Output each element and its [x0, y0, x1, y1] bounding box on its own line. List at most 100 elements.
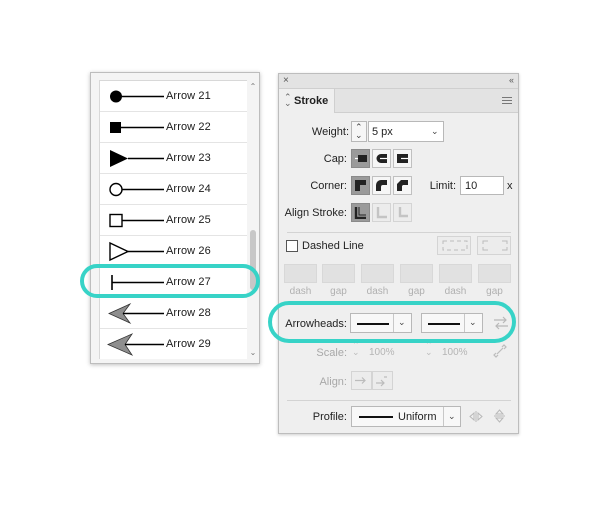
- chevron-down-icon[interactable]: ⌄: [398, 317, 406, 328]
- gap-field-3[interactable]: [478, 264, 511, 283]
- dashed-line-checkbox[interactable]: [286, 240, 298, 252]
- triangle-open-arrowhead-icon: [109, 241, 164, 262]
- weight-stepper[interactable]: ⌃ ⌄: [351, 121, 367, 142]
- barbed-arrowhead-icon: [108, 303, 164, 324]
- arrow-option-label: Arrow 28: [166, 307, 211, 319]
- divider: [287, 400, 511, 401]
- scale-start-stepper-icon[interactable]: ⌃ ⌄: [352, 341, 360, 357]
- align-dash-corners-button[interactable]: [477, 236, 511, 255]
- collapse-icon[interactable]: ‹‹: [509, 75, 514, 85]
- flip-vertical-icon[interactable]: [493, 409, 506, 423]
- chevron-down-icon[interactable]: ⌄: [431, 126, 439, 137]
- uniform-profile-line-icon: [359, 416, 393, 418]
- scrollbar[interactable]: ⌃ ⌄: [248, 80, 258, 359]
- place-arrow-tip-button[interactable]: [372, 371, 393, 390]
- scale-label: Scale:: [316, 347, 347, 359]
- arrow-option-27[interactable]: Arrow 27: [100, 267, 247, 298]
- decrement-icon[interactable]: ⌄: [355, 130, 363, 141]
- extend-arrow-tip-button[interactable]: [351, 371, 372, 390]
- square-filled-arrowhead-icon: [110, 122, 164, 133]
- arrow-option-21[interactable]: Arrow 21: [100, 81, 247, 112]
- projecting-cap-button[interactable]: [393, 149, 412, 168]
- scroll-thumb[interactable]: [250, 230, 256, 290]
- link-scale-icon[interactable]: [493, 344, 507, 358]
- panel-menu-icon[interactable]: [502, 97, 512, 106]
- expand-options-icon[interactable]: ⌃ ⌄: [284, 93, 292, 108]
- close-icon[interactable]: ×: [283, 75, 289, 86]
- bevel-join-button[interactable]: [393, 176, 412, 195]
- arrow-option-label: Arrow 25: [166, 214, 211, 226]
- arrow-option-label: Arrow 26: [166, 245, 211, 257]
- chevron-down-icon[interactable]: ⌄: [469, 317, 477, 328]
- limit-label: Limit:: [429, 180, 456, 192]
- weight-input[interactable]: 5 px ⌄: [368, 121, 444, 142]
- align-inside-button[interactable]: [372, 203, 391, 222]
- end-arrowhead-select[interactable]: ⌄: [421, 313, 483, 333]
- dash-label: dash: [366, 286, 389, 297]
- dash-label: dash: [444, 286, 467, 297]
- gap-label: gap: [330, 286, 347, 297]
- round-join-button[interactable]: [372, 176, 391, 195]
- profile-select[interactable]: Uniform ⌄: [351, 406, 461, 427]
- weight-value: 5 px: [372, 126, 393, 138]
- gap-field-1[interactable]: [322, 264, 355, 283]
- swap-arrowheads-icon[interactable]: [493, 316, 509, 330]
- butt-cap-icon: [355, 155, 367, 162]
- preserve-dash-icon: [442, 240, 468, 251]
- scale-start-value[interactable]: 100%: [369, 347, 395, 358]
- start-arrowhead-select[interactable]: ⌄: [350, 313, 412, 333]
- arrow-option-label: Arrow 24: [166, 183, 211, 195]
- dash-field-2[interactable]: [361, 264, 394, 283]
- arrow-option-label: Arrow 23: [166, 152, 211, 164]
- limit-input[interactable]: 10: [460, 176, 504, 195]
- miter-join-icon: [355, 180, 366, 191]
- arrow-option-25[interactable]: Arrow 25: [100, 205, 247, 236]
- dash-field-3[interactable]: [439, 264, 472, 283]
- scroll-up-icon[interactable]: ⌃: [248, 82, 258, 92]
- arrowheads-label: Arrowheads:: [285, 318, 347, 330]
- round-cap-icon: [376, 154, 387, 163]
- round-cap-button[interactable]: [372, 149, 391, 168]
- align-center-button[interactable]: [351, 203, 370, 222]
- arrow-option-22[interactable]: Arrow 22: [100, 112, 247, 143]
- gap-field-2[interactable]: [400, 264, 433, 283]
- arrow-option-28[interactable]: Arrow 28: [100, 298, 247, 329]
- preserve-dash-button[interactable]: [437, 236, 471, 255]
- align-arrows-label: Align:: [319, 376, 347, 388]
- profile-value: Uniform: [398, 411, 437, 423]
- arrowhead-dropdown-list[interactable]: Arrow 21 Arrow 22 Arrow 23 Arrow 24 Arro…: [90, 72, 260, 364]
- extend-arrow-tip-icon: [355, 377, 366, 384]
- scale-end-value[interactable]: 100%: [442, 347, 468, 358]
- panel-tabbar: ⌃ ⌄ Stroke: [279, 89, 518, 113]
- scroll-down-icon[interactable]: ⌄: [248, 348, 258, 358]
- butt-cap-button[interactable]: [351, 149, 370, 168]
- arrow-option-label: Arrow 22: [166, 121, 211, 133]
- circle-filled-arrowhead-icon: [110, 90, 164, 103]
- no-arrowhead-line-icon: [428, 323, 460, 325]
- dash-field-1[interactable]: [284, 264, 317, 283]
- align-outside-icon: [398, 207, 408, 218]
- flip-horizontal-icon[interactable]: [469, 410, 483, 423]
- arrow-option-24[interactable]: Arrow 24: [100, 174, 247, 205]
- dashed-line-label: Dashed Line: [302, 240, 364, 252]
- cap-label: Cap:: [323, 153, 347, 165]
- arrow-option-label: Arrow 29: [166, 338, 211, 350]
- arrow-option-label: Arrow 21: [166, 90, 211, 102]
- dash-label: dash: [289, 286, 312, 297]
- triangle-filled-arrowhead-icon: [110, 150, 164, 167]
- corner-label: Corner:: [310, 180, 347, 192]
- scale-end-stepper-icon[interactable]: ⌃ ⌄: [425, 341, 433, 357]
- arrow-option-23[interactable]: Arrow 23: [100, 143, 247, 174]
- miter-join-button[interactable]: [351, 176, 370, 195]
- profile-label: Profile:: [312, 411, 347, 423]
- divider: [287, 232, 511, 233]
- weight-label: Weight:: [311, 126, 349, 138]
- limit-suffix: x: [507, 180, 513, 192]
- arrow-option-26[interactable]: Arrow 26: [100, 236, 247, 267]
- tab-stroke[interactable]: ⌃ ⌄ Stroke: [279, 89, 335, 113]
- chevron-down-icon[interactable]: ⌄: [448, 411, 456, 422]
- screenshot-stage: Arrow 21 Arrow 22 Arrow 23 Arrow 24 Arro…: [0, 0, 592, 506]
- align-outside-button[interactable]: [393, 203, 412, 222]
- arrow-option-29[interactable]: Arrow 29: [100, 329, 247, 359]
- bevel-join-icon: [397, 180, 408, 191]
